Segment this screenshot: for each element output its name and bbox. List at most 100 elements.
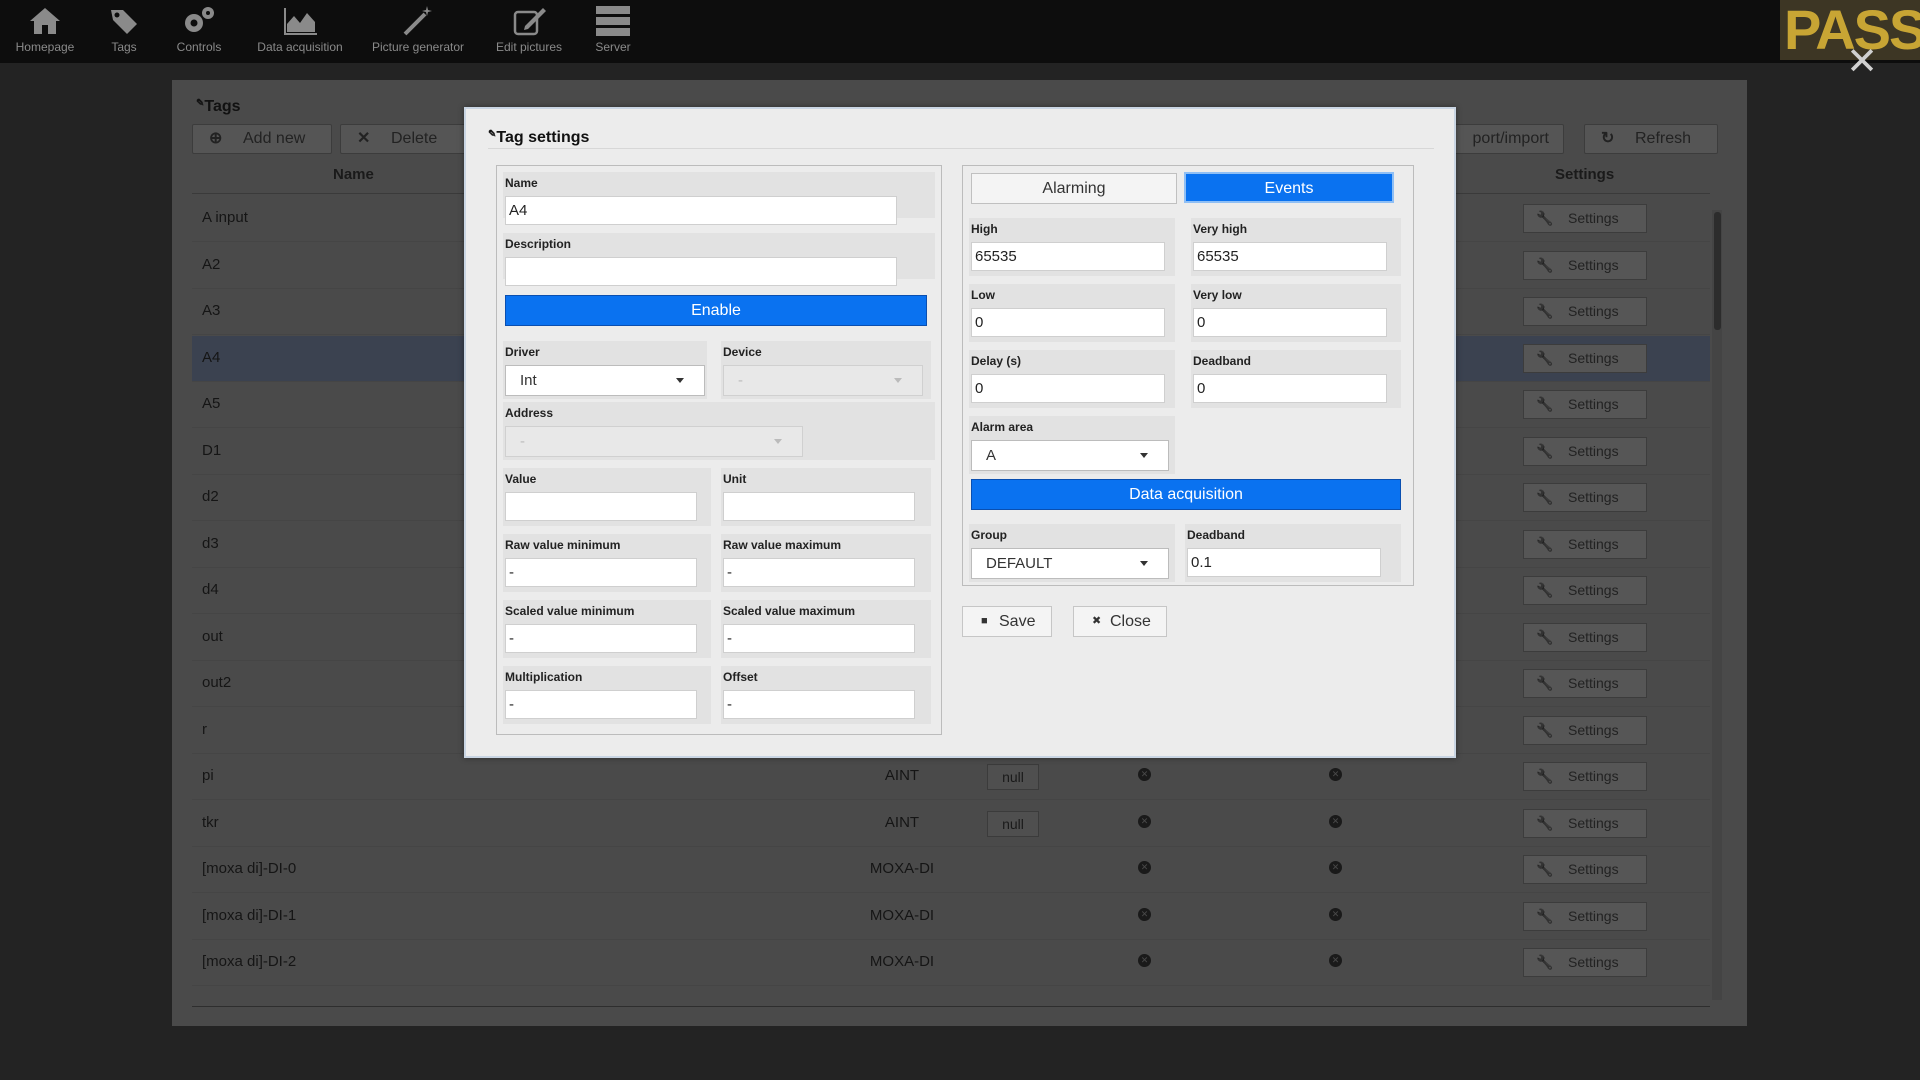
nav-data-acquisition-label: Data acquisition [257, 40, 343, 54]
table-row[interactable]: [moxa di]-DI-1 MOXA-DI ✕ ✕ 🔧 Settings [192, 894, 1710, 940]
row-settings-button[interactable]: 🔧 Settings [1523, 436, 1647, 466]
address-select: - [505, 426, 803, 457]
delete-label: Delete [391, 130, 438, 147]
nav-picture-generator[interactable]: Picture generator [370, 4, 466, 60]
row-settings-button[interactable]: 🔧 Settings [1523, 204, 1647, 233]
add-new-button[interactable]: ⊕ Add new [192, 124, 332, 154]
wrench-icon: 🔧 [1536, 721, 1554, 738]
close-button[interactable]: ✖ Close [1073, 606, 1167, 637]
alarm-area-label: Alarm area [971, 420, 1034, 434]
row-name: d2 [202, 488, 219, 505]
row-settings-button[interactable]: 🔧 Settings [1523, 343, 1647, 373]
row-name: r [202, 720, 207, 738]
very-low-field[interactable]: 0 [1193, 308, 1387, 337]
scaled-min-field[interactable]: - [505, 624, 697, 653]
description-field[interactable] [505, 257, 897, 286]
row-settings-button[interactable]: 🔧 Settings [1523, 250, 1647, 280]
multiplication-field[interactable]: - [505, 690, 697, 719]
close-icon[interactable]: ✕ [1844, 43, 1880, 81]
row-settings-button[interactable]: 🔧 Settings [1523, 529, 1647, 559]
unit-field[interactable] [723, 492, 915, 521]
row-settings-button[interactable]: 🔧 Settings [1523, 483, 1647, 512]
data-acquisition-button[interactable]: Data acquisition [971, 479, 1401, 510]
group-select[interactable]: DEFAULT [971, 548, 1169, 579]
table-row[interactable]: [moxa di]-DI-2 MOXA-DI ✕ ✕ 🔧 Settings [192, 940, 1710, 986]
alarm-area-select[interactable]: A [971, 440, 1169, 471]
save-button[interactable]: ■ Save [962, 606, 1052, 637]
offset-field[interactable]: - [723, 690, 915, 719]
name-field[interactable]: A4 [505, 196, 897, 225]
delete-button[interactable]: ✕ Delete [340, 124, 466, 154]
driver-select[interactable]: Int [505, 365, 705, 396]
enable-button[interactable]: Enable [505, 295, 927, 326]
row-driver: MOXA-DI [869, 953, 935, 970]
row-settings-button[interactable]: 🔧 Settings [1523, 669, 1647, 698]
row-settings-button[interactable]: 🔧 Settings [1523, 715, 1647, 745]
raw-min-field[interactable]: - [505, 558, 697, 587]
row-settings-button[interactable]: 🔧 Settings [1523, 762, 1647, 791]
nav-edit-pictures[interactable]: Edit pictures [490, 4, 568, 60]
alarm-area-select-value: A [986, 447, 997, 464]
row-settings-button[interactable]: 🔧 Settings [1523, 390, 1647, 419]
tab-events[interactable]: Events [1184, 172, 1394, 203]
column-header-settings[interactable]: Settings [1555, 166, 1614, 183]
row-name: out2 [202, 674, 232, 691]
deadband-field[interactable]: 0 [1193, 374, 1387, 403]
nav-server[interactable]: Server [590, 4, 636, 60]
table-row[interactable]: pi AINT null ✕ ✕ 🔧 Settings [192, 754, 1710, 800]
deadband2-field[interactable]: 0.1 [1187, 548, 1381, 577]
row-name: A4 [202, 348, 221, 366]
chevron-down-icon [1140, 561, 1148, 566]
row-settings-label: Settings [1568, 628, 1619, 645]
row-driver: AINT [884, 767, 920, 784]
column-header-name[interactable]: Name [333, 166, 374, 183]
row-settings-button[interactable]: 🔧 Settings [1523, 901, 1647, 931]
row-settings-button[interactable]: 🔧 Settings [1523, 948, 1647, 977]
x-circle-icon: ✕ [1138, 814, 1151, 828]
row-settings-label: Settings [1568, 442, 1619, 459]
area-chart-icon [284, 8, 317, 35]
scaled-min-group: Scaled value minimum - [503, 600, 711, 658]
row-settings-button[interactable]: 🔧 Settings [1523, 576, 1647, 605]
very-high-field[interactable]: 65535 [1193, 242, 1387, 271]
high-field[interactable]: 65535 [971, 242, 1165, 271]
nav-tags[interactable]: Tags [98, 4, 150, 60]
row-settings-button[interactable]: 🔧 Settings [1523, 808, 1647, 838]
row-settings-label: Settings [1568, 721, 1619, 738]
tag-settings-dialog: ✎Tag settings Name A4 Description Enable… [464, 107, 1456, 758]
value-field[interactable] [505, 492, 697, 521]
row-settings-button[interactable]: 🔧 Settings [1523, 855, 1647, 884]
chevron-down-icon [774, 439, 782, 444]
plus-circle-icon: ⊕ [209, 130, 223, 147]
row-settings-button[interactable]: 🔧 Settings [1523, 622, 1647, 652]
wrench-icon: 🔧 [1536, 210, 1554, 226]
table-row[interactable]: tkr AINT null ✕ ✕ 🔧 Settings [192, 801, 1710, 847]
tab-alarming[interactable]: Alarming [971, 173, 1177, 204]
row-settings-label: Settings [1568, 582, 1619, 598]
wrench-icon: 🔧 [1536, 907, 1554, 924]
wrench-icon: 🔧 [1536, 442, 1554, 459]
row-settings-button[interactable]: 🔧 Settings [1523, 297, 1647, 326]
export-import-button[interactable]: port/import [1450, 124, 1564, 154]
scrollbar-thumb[interactable] [1714, 212, 1721, 330]
wrench-icon: 🔧 [1536, 396, 1554, 412]
description-group: Description [503, 233, 935, 286]
nav-controls[interactable]: Controls [170, 4, 228, 60]
raw-max-field[interactable]: - [723, 558, 915, 587]
x-circle-icon: ✕ [1329, 768, 1342, 781]
nav-homepage[interactable]: Homepage [14, 4, 76, 60]
value-label: Value [505, 472, 537, 486]
delay-field[interactable]: 0 [971, 374, 1165, 403]
x-circle-icon: ✕ [1138, 954, 1151, 967]
low-field[interactable]: 0 [971, 308, 1165, 337]
table-row[interactable]: [moxa di]-DI-0 MOXA-DI ✕ ✕ 🔧 Settings [192, 847, 1710, 893]
scaled-max-field[interactable]: - [723, 624, 915, 653]
row-driver: MOXA-DI [869, 906, 935, 924]
dialog-title-text: Tag settings [496, 129, 590, 146]
deadband2-label: Deadband [1187, 528, 1246, 542]
refresh-button[interactable]: ↻ Refresh [1584, 124, 1718, 154]
dialog-title: ✎Tag settings [488, 129, 1434, 149]
scaled-max-label: Scaled value maximum [723, 604, 856, 618]
nav-edit-pictures-label: Edit pictures [495, 40, 563, 54]
nav-data-acquisition[interactable]: Data acquisition [252, 4, 348, 60]
